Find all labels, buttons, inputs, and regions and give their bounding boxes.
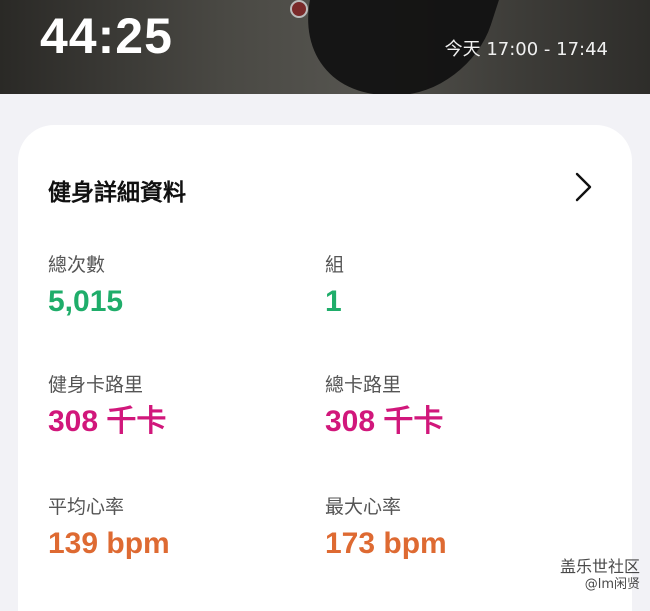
stat-value: 173 bpm bbox=[325, 527, 447, 560]
stat-label: 總卡路里 bbox=[325, 374, 402, 396]
card-title: 健身詳細資料 bbox=[48, 180, 186, 206]
watermark-source: 盖乐世社区 bbox=[559, 557, 640, 576]
chevron-right-icon[interactable] bbox=[571, 171, 595, 203]
stat-value: 308 千卡 bbox=[48, 405, 167, 438]
stat-label: 最大心率 bbox=[325, 496, 402, 518]
stat-label: 平均心率 bbox=[48, 496, 125, 518]
stat-value: 5,015 bbox=[48, 285, 124, 318]
jump-rope-handle bbox=[290, 0, 308, 18]
watermark: 盖乐世社区 @lm闲贤 bbox=[560, 558, 640, 594]
workout-header-image: 44:25 今天 17:00 - 17:44 bbox=[0, 0, 650, 94]
workout-time-range: 今天 17:00 - 17:44 bbox=[444, 39, 608, 60]
stat-workout-calories: 健身卡路里 308 千卡 bbox=[48, 373, 166, 439]
stat-max-heart-rate: 最大心率 173 bpm bbox=[325, 495, 447, 561]
stat-value: 139 bpm bbox=[48, 527, 170, 560]
stat-value: 308 千卡 bbox=[325, 405, 444, 438]
stat-total-calories: 總卡路里 308 千卡 bbox=[325, 373, 443, 439]
stat-label: 總次數 bbox=[48, 254, 106, 276]
workout-duration: 44:25 bbox=[40, 8, 173, 64]
stat-avg-heart-rate: 平均心率 139 bpm bbox=[48, 495, 170, 561]
stat-label: 健身卡路里 bbox=[48, 374, 144, 396]
stat-value: 1 bbox=[325, 285, 342, 318]
stat-label: 組 bbox=[325, 254, 345, 276]
workout-details-card[interactable]: 健身詳細資料 總次數 5,015 組 1 健身卡路里 308 千卡 總卡路里 3… bbox=[18, 125, 632, 611]
watermark-author: @lm闲贤 bbox=[584, 577, 640, 592]
stat-total-reps: 總次數 5,015 bbox=[48, 253, 123, 319]
stat-sets: 組 1 bbox=[325, 253, 344, 319]
